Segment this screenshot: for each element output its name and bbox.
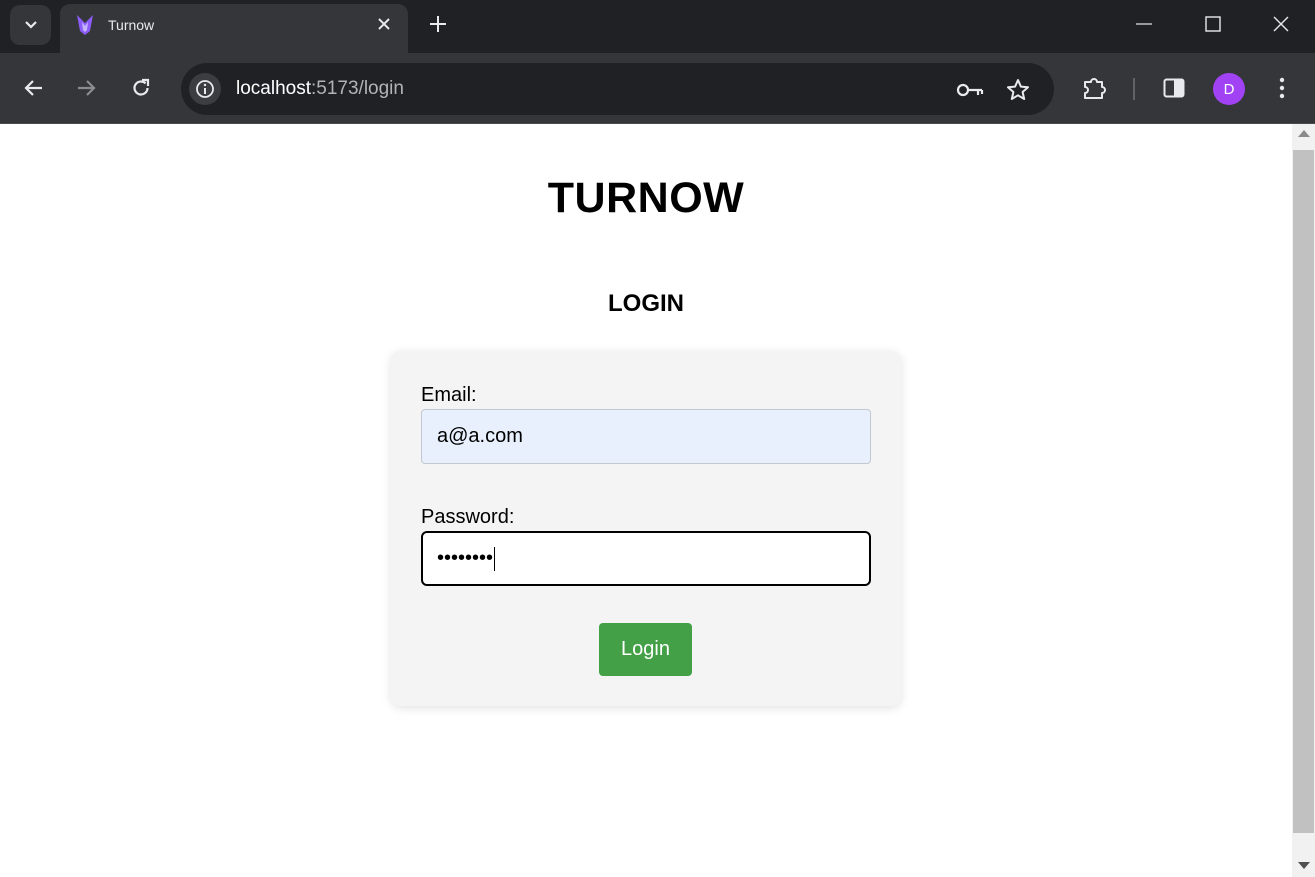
plus-icon: [430, 16, 446, 32]
page-scrollbar[interactable]: [1292, 124, 1315, 877]
password-manager-button[interactable]: [955, 75, 985, 105]
tab-title: Turnow: [108, 17, 155, 33]
close-icon: [1273, 16, 1289, 32]
info-icon: [196, 80, 214, 98]
minimize-button[interactable]: [1111, 0, 1177, 48]
scroll-down-arrow-icon[interactable]: [1298, 862, 1310, 869]
email-value: a@a.com: [437, 425, 523, 447]
url-text: localhost:5173/login: [236, 78, 404, 100]
side-panel-button[interactable]: [1157, 71, 1191, 105]
email-field[interactable]: a@a.com: [421, 409, 871, 464]
puzzle-icon: [1084, 78, 1106, 99]
password-field[interactable]: ••••••••: [421, 531, 871, 586]
arrow-left-icon: [24, 80, 42, 96]
brand-title: TURNOW: [547, 174, 745, 222]
browser-menu-button[interactable]: [1265, 71, 1299, 105]
login-heading: LOGIN: [608, 290, 684, 317]
minimize-icon: [1136, 23, 1152, 25]
url-path: :5173/login: [311, 78, 404, 99]
tab-close-button[interactable]: [374, 14, 394, 34]
vite-logo-icon: [77, 15, 93, 35]
forward-button[interactable]: [70, 71, 104, 105]
scroll-up-arrow-icon[interactable]: [1298, 130, 1310, 137]
star-icon: [1007, 79, 1029, 100]
reload-icon: [133, 78, 150, 96]
profile-avatar[interactable]: D: [1213, 73, 1245, 105]
browser-tab[interactable]: Turnow: [60, 4, 408, 53]
page-viewport: TURNOW LOGIN Email: a@a.com Password: ••…: [0, 124, 1292, 877]
toolbar-divider: [1133, 78, 1135, 100]
url-host: localhost: [236, 78, 311, 99]
login-form: Email: a@a.com Password: •••••••• Login: [391, 351, 901, 706]
text-caret: [494, 546, 496, 571]
email-label: Email:: [421, 384, 477, 406]
maximize-icon: [1205, 16, 1221, 32]
chevron-down-icon: [24, 21, 37, 29]
new-tab-button[interactable]: [424, 10, 452, 38]
tab-search-button[interactable]: [10, 5, 51, 45]
side-panel-icon: [1163, 78, 1185, 98]
login-button[interactable]: Login: [599, 623, 692, 676]
kebab-menu-icon: [1279, 77, 1285, 99]
address-bar[interactable]: localhost:5173/login: [181, 63, 1054, 115]
password-label: Password:: [421, 506, 515, 528]
key-icon: [956, 83, 984, 97]
maximize-button[interactable]: [1180, 0, 1246, 48]
close-icon: [378, 18, 390, 30]
browser-toolbar: localhost:5173/login D: [0, 53, 1315, 124]
tab-strip: Turnow: [0, 0, 1315, 53]
bookmark-button[interactable]: [1003, 75, 1033, 105]
site-info-button[interactable]: [189, 73, 221, 105]
scroll-thumb[interactable]: [1293, 150, 1314, 833]
window-close-button[interactable]: [1248, 0, 1314, 48]
reload-button[interactable]: [124, 71, 158, 105]
password-value: ••••••••: [437, 547, 494, 569]
back-button[interactable]: [16, 71, 50, 105]
extensions-button[interactable]: [1078, 71, 1112, 105]
arrow-right-icon: [78, 80, 96, 96]
